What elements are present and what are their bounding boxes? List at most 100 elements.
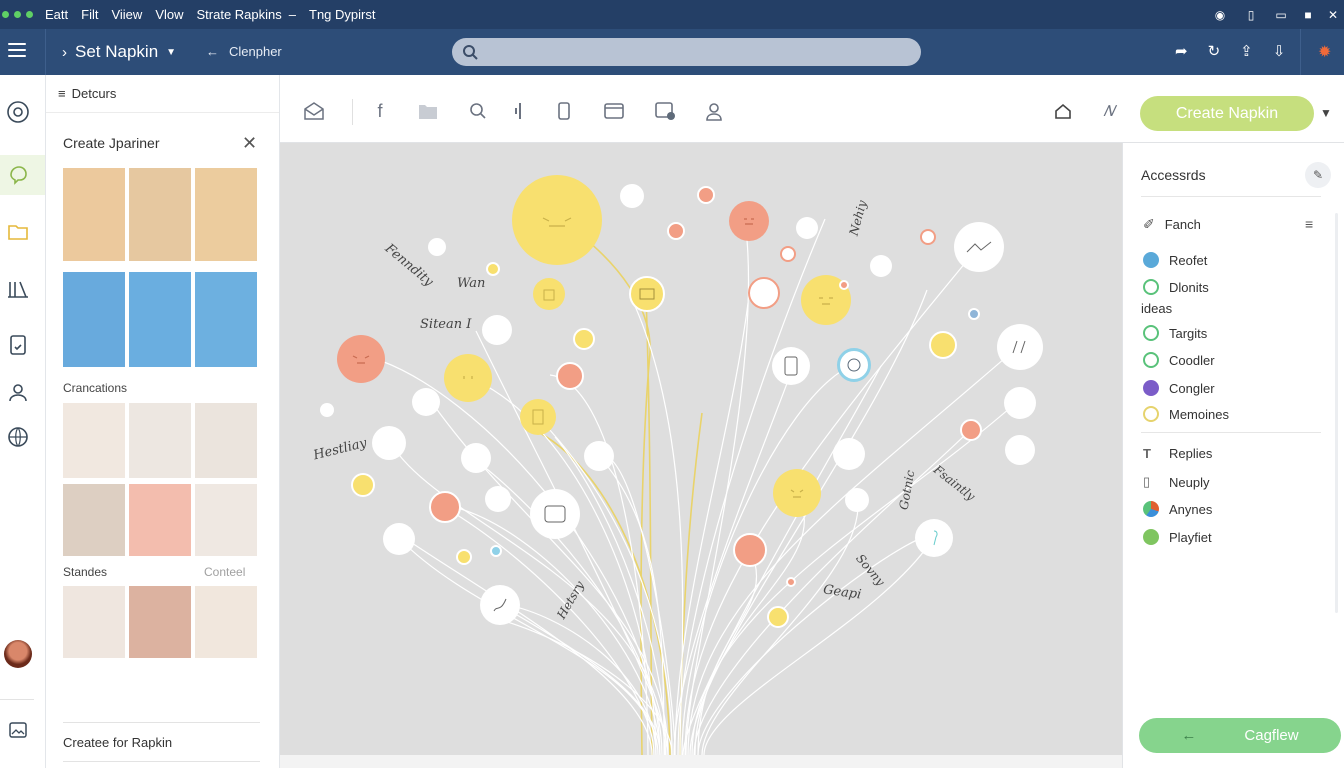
- list-item[interactable]: Memoines: [1143, 406, 1229, 422]
- node-white[interactable]: [320, 403, 334, 417]
- swatch[interactable]: [129, 586, 191, 658]
- node-yellow[interactable]: [533, 278, 565, 310]
- node-white[interactable]: [833, 438, 865, 470]
- share-icon[interactable]: ➦: [1175, 42, 1188, 60]
- user-avatar[interactable]: [4, 640, 32, 668]
- search-input[interactable]: [452, 38, 921, 66]
- face-node-orange[interactable]: [729, 201, 769, 241]
- node-yellow[interactable]: [929, 331, 957, 359]
- node-yellow[interactable]: [351, 473, 375, 497]
- list-item[interactable]: T Replies: [1143, 446, 1212, 461]
- refresh-icon[interactable]: ↻: [1208, 42, 1221, 60]
- facebook-icon[interactable]: f: [369, 100, 391, 122]
- list-item[interactable]: Playfiet: [1143, 529, 1212, 545]
- face-node-orange[interactable]: [337, 335, 385, 383]
- node-orange[interactable]: [839, 280, 849, 290]
- folder-tool-icon[interactable]: [417, 100, 439, 122]
- node-white[interactable]: [772, 347, 810, 385]
- swatch[interactable]: [195, 168, 257, 261]
- node-yellow[interactable]: [629, 276, 665, 312]
- envelope-icon[interactable]: [303, 100, 325, 122]
- swatch[interactable]: [195, 272, 257, 367]
- swatch[interactable]: [195, 403, 257, 478]
- node-orange[interactable]: [960, 419, 982, 441]
- node-yellow[interactable]: [520, 399, 556, 435]
- eye-icon[interactable]: ◉: [1207, 0, 1233, 29]
- swatch[interactable]: [129, 484, 191, 556]
- card-tool-icon[interactable]: [603, 100, 625, 122]
- list-item[interactable]: Reofet: [1143, 252, 1207, 268]
- close-icon[interactable]: ✕: [1320, 0, 1344, 29]
- node-white[interactable]: [997, 324, 1043, 370]
- export-icon[interactable]: ⇪: [1240, 42, 1253, 60]
- search-tool-icon[interactable]: [467, 100, 489, 122]
- brain-icon[interactable]: [6, 163, 30, 187]
- node-white[interactable]: [915, 519, 953, 557]
- menu-vlow[interactable]: Vlow: [155, 7, 183, 22]
- cagflew-button[interactable]: ← Cagflew: [1139, 718, 1341, 753]
- user-card-icon[interactable]: [6, 380, 30, 404]
- node-white[interactable]: [485, 486, 511, 512]
- large-face-node[interactable]: [512, 175, 602, 265]
- close-icon[interactable]: ✕: [242, 133, 257, 154]
- document-icon[interactable]: [6, 333, 30, 357]
- node-white[interactable]: [954, 222, 1004, 272]
- section-action[interactable]: Conteel: [204, 565, 245, 579]
- node-blue-outline[interactable]: [837, 348, 871, 382]
- create-napkin-button[interactable]: Create Napkin: [1140, 96, 1314, 131]
- user-tool-icon[interactable]: [703, 100, 725, 122]
- node-yellow[interactable]: [456, 549, 472, 565]
- menu-strate[interactable]: Strate Rapkins: [197, 7, 282, 22]
- node-orange[interactable]: [920, 229, 936, 245]
- node-orange[interactable]: [667, 222, 685, 240]
- bar-tool-icon[interactable]: [508, 100, 530, 122]
- menu-tng[interactable]: Tng Dypirst: [309, 7, 375, 22]
- download-icon[interactable]: ⇩: [1273, 42, 1286, 60]
- menu-icon[interactable]: ≡: [1305, 216, 1313, 232]
- edit-icon[interactable]: ✎: [1305, 162, 1331, 188]
- list-item[interactable]: Dlonits: [1143, 279, 1209, 295]
- hamburger-icon[interactable]: [8, 43, 26, 61]
- node-orange[interactable]: [429, 491, 461, 523]
- swatch[interactable]: [129, 403, 191, 478]
- window-dots[interactable]: [2, 11, 33, 18]
- breadcrumb[interactable]: ← Clenpher: [206, 44, 282, 59]
- swatch[interactable]: [63, 403, 125, 478]
- node-white[interactable]: [1005, 435, 1035, 465]
- node-white[interactable]: [480, 585, 520, 625]
- node-white[interactable]: [372, 426, 406, 460]
- menu-edit[interactable]: Eatt: [45, 7, 68, 22]
- node-white[interactable]: [796, 217, 818, 239]
- node-orange[interactable]: [556, 362, 584, 390]
- swatch[interactable]: [63, 168, 125, 261]
- node-white[interactable]: [412, 388, 440, 416]
- home-tool-icon[interactable]: [1052, 100, 1074, 122]
- node-white[interactable]: [530, 489, 580, 539]
- list-item[interactable]: Targits: [1143, 325, 1207, 341]
- node-white[interactable]: [428, 238, 446, 256]
- create-for-napkin-link[interactable]: Createe for Rapkin: [63, 735, 172, 750]
- minimize-icon[interactable]: ▭: [1268, 0, 1294, 29]
- menu-file[interactable]: Filt: [81, 7, 98, 22]
- node-yellow[interactable]: [486, 262, 500, 276]
- node-white[interactable]: [870, 255, 892, 277]
- chevron-down-icon[interactable]: ▼: [1320, 106, 1332, 120]
- node-white[interactable]: [845, 488, 869, 512]
- node-orange[interactable]: [733, 533, 767, 567]
- image-tool-icon[interactable]: [654, 100, 676, 122]
- swatch[interactable]: [63, 484, 125, 556]
- node-white[interactable]: [1004, 387, 1036, 419]
- image-icon[interactable]: [6, 718, 30, 742]
- node-orange[interactable]: [780, 246, 796, 262]
- list-item[interactable]: Coodler: [1143, 352, 1215, 368]
- swatch[interactable]: [195, 586, 257, 658]
- node-white[interactable]: [584, 441, 614, 471]
- menu-view[interactable]: Viiew: [111, 7, 142, 22]
- node-blue[interactable]: [968, 308, 980, 320]
- napkin-canvas[interactable]: Fenndity Wan Sitean I Hestliay Hetsry Fs…: [280, 143, 1122, 755]
- node-orange[interactable]: [786, 577, 796, 587]
- node-white[interactable]: [620, 184, 644, 208]
- node-yellow[interactable]: [767, 606, 789, 628]
- list-item[interactable]: Congler: [1143, 380, 1215, 396]
- phone-tool-icon[interactable]: [553, 100, 575, 122]
